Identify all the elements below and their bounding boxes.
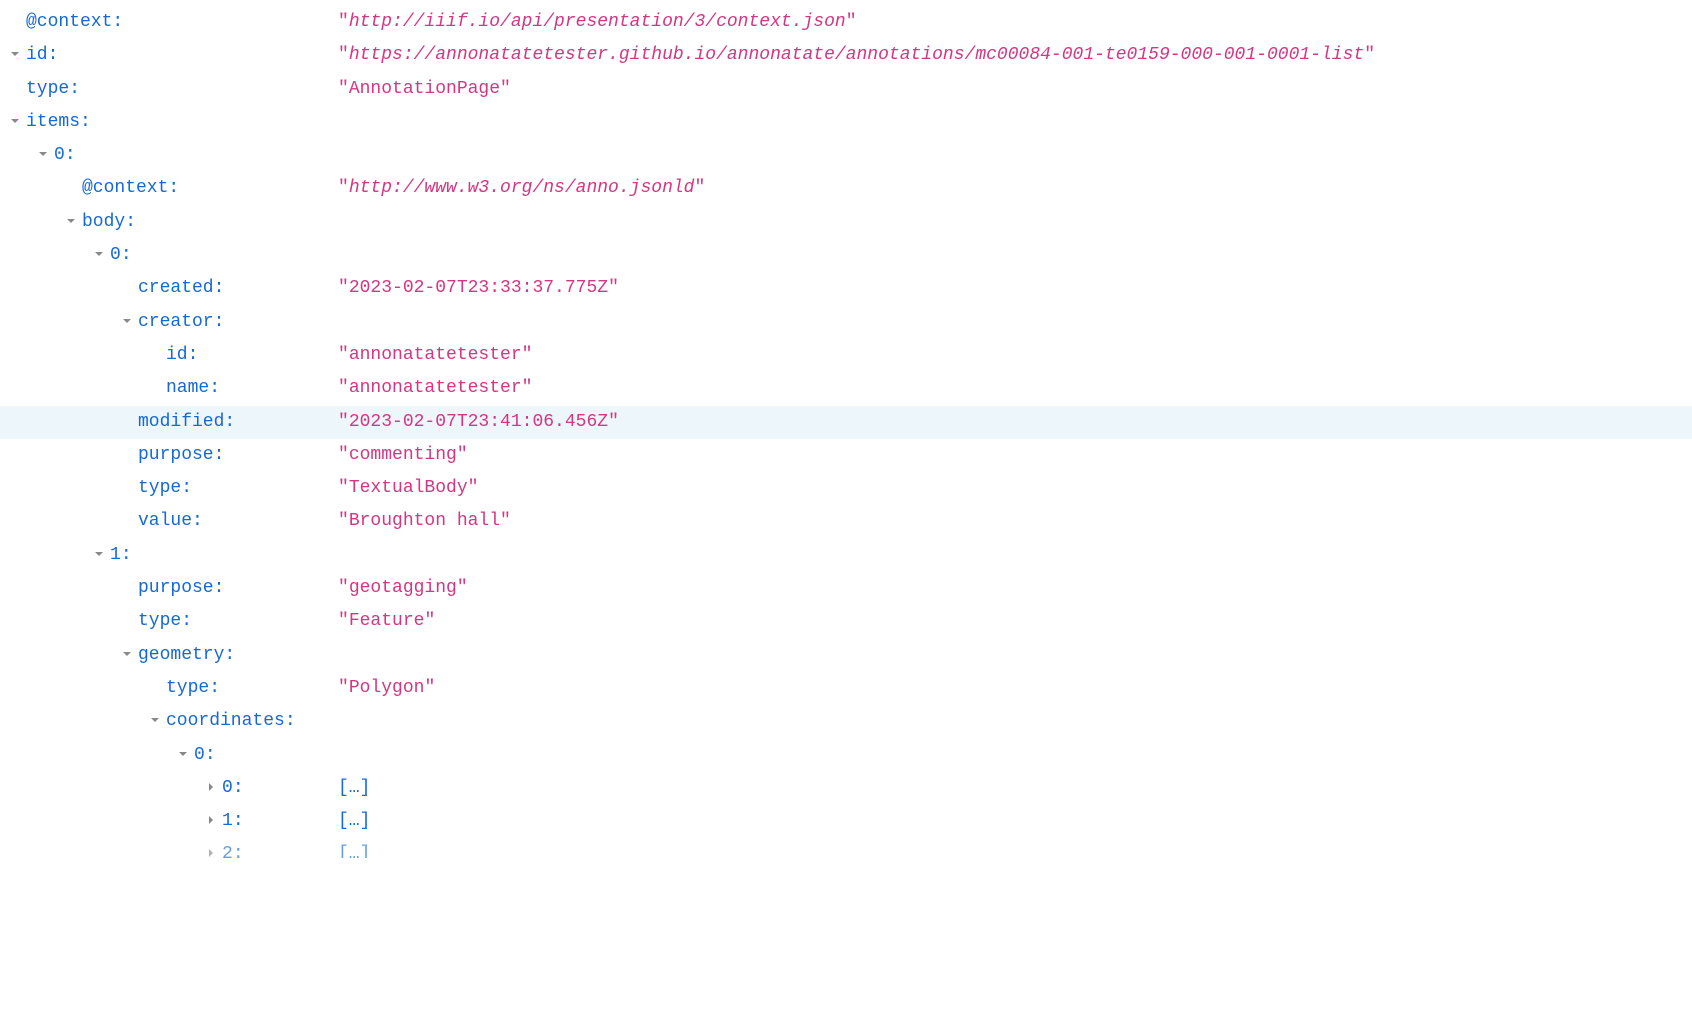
json-row[interactable]: @context:"http://iiif.io/api/presentatio… — [0, 6, 1692, 39]
json-value: "2023-02-07T23:41:06.456Z" — [338, 406, 619, 439]
json-row[interactable]: id:"annonatatetester" — [0, 339, 1692, 372]
collapse-icon[interactable] — [8, 47, 22, 61]
json-value: "commenting" — [338, 439, 468, 472]
json-key[interactable]: value — [138, 511, 192, 531]
json-key[interactable]: type — [138, 478, 181, 498]
collapsed-array[interactable]: […] — [338, 772, 370, 805]
json-row[interactable]: name:"annonatatetester" — [0, 372, 1692, 405]
json-row[interactable]: type:"Polygon" — [0, 672, 1692, 705]
json-key[interactable]: name — [166, 378, 209, 398]
json-key[interactable]: 0 — [54, 145, 65, 165]
json-key[interactable]: modified — [138, 412, 224, 432]
json-key[interactable]: 0 — [194, 745, 205, 765]
json-value: "AnnotationPage" — [338, 73, 511, 106]
json-key[interactable]: type — [138, 611, 181, 631]
json-value: "2023-02-07T23:33:37.775Z" — [338, 272, 619, 305]
json-row[interactable]: geometry: — [0, 639, 1692, 672]
json-row[interactable]: coordinates: — [0, 705, 1692, 738]
json-key[interactable]: id — [26, 45, 48, 65]
collapse-icon[interactable] — [120, 647, 134, 661]
json-key[interactable]: @context — [82, 178, 168, 198]
json-row[interactable]: id:"https://annonatatetester.github.io/a… — [0, 39, 1692, 72]
json-row[interactable]: 2:[…] — [0, 838, 1692, 858]
collapse-icon[interactable] — [176, 747, 190, 761]
json-key[interactable]: 0 — [222, 778, 233, 798]
json-value: "Polygon" — [338, 672, 435, 705]
expand-icon[interactable] — [204, 846, 218, 858]
json-key[interactable]: 1 — [222, 811, 233, 831]
json-row[interactable]: 0:[…] — [0, 772, 1692, 805]
json-value: "annonatatetester" — [338, 372, 532, 405]
json-row[interactable]: 1: — [0, 539, 1692, 572]
json-value: "geotagging" — [338, 572, 468, 605]
collapse-icon[interactable] — [120, 314, 134, 328]
json-key[interactable]: 1 — [110, 545, 121, 565]
json-key[interactable]: purpose — [138, 445, 214, 465]
json-value: "Feature" — [338, 605, 435, 638]
collapsed-array[interactable]: […] — [338, 838, 370, 858]
json-row[interactable]: @context:"http://www.w3.org/ns/anno.json… — [0, 172, 1692, 205]
json-row[interactable]: creator: — [0, 306, 1692, 339]
collapse-icon[interactable] — [36, 147, 50, 161]
json-row[interactable]: items: — [0, 106, 1692, 139]
json-value: "http://iiif.io/api/presentation/3/conte… — [338, 6, 857, 39]
json-key[interactable]: geometry — [138, 645, 224, 665]
collapse-icon[interactable] — [64, 214, 78, 228]
expand-icon[interactable] — [204, 780, 218, 794]
json-value: "annonatatetester" — [338, 339, 532, 372]
collapse-icon[interactable] — [92, 547, 106, 561]
json-key[interactable]: items — [26, 112, 80, 132]
json-key[interactable]: creator — [138, 312, 214, 332]
json-key[interactable]: body — [82, 212, 125, 232]
json-value: "Broughton hall" — [338, 505, 511, 538]
json-key[interactable]: id — [166, 345, 188, 365]
json-row[interactable]: type:"AnnotationPage" — [0, 73, 1692, 106]
json-key[interactable]: 2 — [222, 844, 233, 858]
json-key[interactable]: coordinates — [166, 711, 285, 731]
json-row[interactable]: body: — [0, 206, 1692, 239]
json-tree-viewer: @context:"http://iiif.io/api/presentatio… — [0, 6, 1692, 858]
json-row[interactable]: purpose:"commenting" — [0, 439, 1692, 472]
json-row[interactable]: 0: — [0, 739, 1692, 772]
collapse-icon[interactable] — [8, 114, 22, 128]
json-key[interactable]: type — [166, 678, 209, 698]
json-value: "TextualBody" — [338, 472, 478, 505]
expand-icon[interactable] — [204, 813, 218, 827]
json-value: "http://www.w3.org/ns/anno.jsonld" — [338, 172, 705, 205]
json-value: "https://annonatatetester.github.io/anno… — [338, 39, 1375, 72]
json-row[interactable]: value:"Broughton hall" — [0, 505, 1692, 538]
json-key[interactable]: purpose — [138, 578, 214, 598]
collapse-icon[interactable] — [92, 247, 106, 261]
json-row[interactable]: type:"TextualBody" — [0, 472, 1692, 505]
json-row[interactable]: type:"Feature" — [0, 605, 1692, 638]
json-row[interactable]: purpose:"geotagging" — [0, 572, 1692, 605]
json-key[interactable]: created — [138, 278, 214, 298]
json-row[interactable]: modified:"2023-02-07T23:41:06.456Z" — [0, 406, 1692, 439]
json-row[interactable]: 0: — [0, 239, 1692, 272]
json-row[interactable]: 0: — [0, 139, 1692, 172]
json-key[interactable]: @context — [26, 12, 112, 32]
collapsed-array[interactable]: […] — [338, 805, 370, 838]
json-key[interactable]: type — [26, 79, 69, 99]
json-row[interactable]: 1:[…] — [0, 805, 1692, 838]
json-row[interactable]: created:"2023-02-07T23:33:37.775Z" — [0, 272, 1692, 305]
collapse-icon[interactable] — [148, 713, 162, 727]
json-key[interactable]: 0 — [110, 245, 121, 265]
